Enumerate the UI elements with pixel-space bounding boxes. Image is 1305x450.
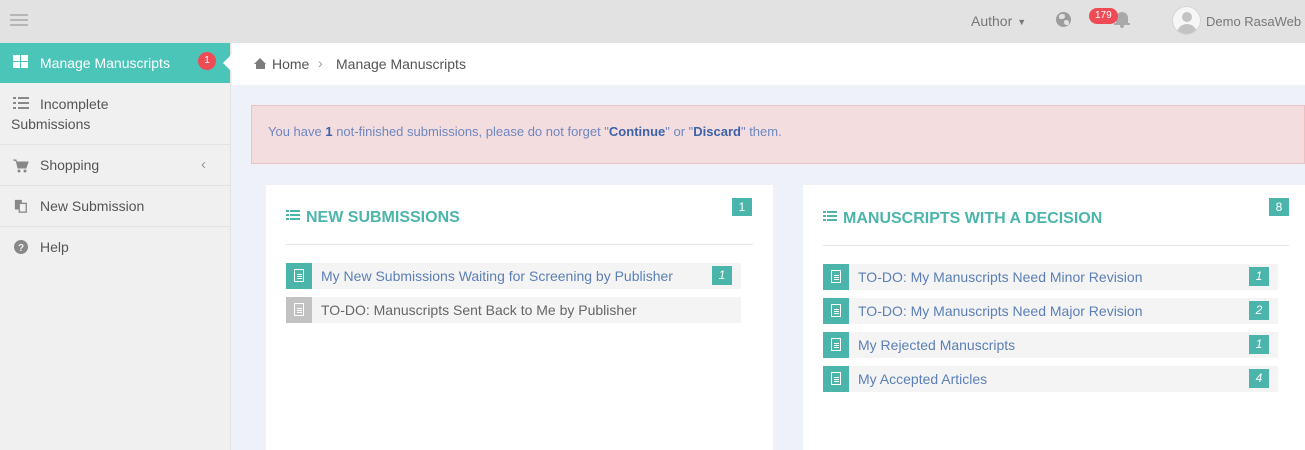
breadcrumb: Home › Manage Manuscripts xyxy=(232,43,1305,85)
incomplete-count-badge: 1 xyxy=(198,52,216,70)
list-item-link[interactable]: My Accepted Articles xyxy=(858,371,987,387)
sidebar-item-shopping[interactable]: Shopping ‹ xyxy=(0,145,230,186)
notification-count-badge[interactable]: 179 xyxy=(1089,8,1118,24)
new-submissions-panel: NEW SUBMISSIONS 1 My New Submissions Wai… xyxy=(266,185,773,450)
list-item-link[interactable]: TO-DO: My Manuscripts Need Major Revisio… xyxy=(858,303,1142,319)
sidebar-item-label: Shopping xyxy=(40,157,100,173)
alert-continue-link[interactable]: Continue xyxy=(609,124,665,139)
panel-count-badge: 8 xyxy=(1269,198,1289,216)
sidebar-item-new-submission[interactable]: New Submission xyxy=(0,186,230,227)
sidebar-item-label: Incomplete Submissions xyxy=(11,96,109,132)
divider xyxy=(823,245,1289,246)
chevron-down-icon: ▼ xyxy=(1017,17,1027,27)
active-indicator xyxy=(223,54,232,72)
globe-icon[interactable] xyxy=(1056,12,1071,27)
document-icon xyxy=(823,298,849,324)
dashboard-grid-icon xyxy=(13,55,29,69)
list-item-link[interactable]: My New Submissions Waiting for Screening… xyxy=(321,268,673,284)
chevron-right-icon: › xyxy=(318,55,323,71)
sidebar-item-incomplete-submissions[interactable]: Incomplete Submissions xyxy=(0,83,230,145)
document-icon xyxy=(823,332,849,358)
divider xyxy=(286,244,753,245)
list-item[interactable]: TO-DO: Manuscripts Sent Back to Me by Pu… xyxy=(286,297,741,323)
count-badge: 1 xyxy=(712,266,732,285)
list-item-link[interactable]: TO-DO: Manuscripts Sent Back to Me by Pu… xyxy=(321,302,637,318)
role-label: Author xyxy=(971,13,1013,29)
copy-files-icon xyxy=(14,199,27,213)
sidebar: Manage Manuscripts Incomplete Submission… xyxy=(0,43,232,450)
svg-text:?: ? xyxy=(18,243,24,254)
list-item-link[interactable]: My Rejected Manuscripts xyxy=(858,337,1015,353)
sidebar-item-label: New Submission xyxy=(40,198,145,214)
alert-message: You have 1 not-finished submissions, ple… xyxy=(268,124,782,139)
avatar[interactable] xyxy=(1172,6,1201,35)
document-icon xyxy=(823,366,849,392)
chevron-left-icon: ‹ xyxy=(201,156,206,173)
list-icon xyxy=(286,210,300,221)
hamburger-menu-icon[interactable] xyxy=(10,14,28,28)
sidebar-item-label: Help xyxy=(40,239,69,255)
sidebar-item-label: Manage Manuscripts xyxy=(40,55,170,71)
user-name[interactable]: Demo RasaWeb xyxy=(1206,14,1301,29)
document-icon xyxy=(286,263,312,289)
cart-icon xyxy=(13,159,29,173)
panel-count-badge: 1 xyxy=(732,198,752,216)
count-badge: 2 xyxy=(1249,301,1269,320)
list-item[interactable]: My New Submissions Waiting for Screening… xyxy=(286,263,741,289)
incomplete-submissions-alert: You have 1 not-finished submissions, ple… xyxy=(251,105,1305,164)
document-icon xyxy=(823,264,849,290)
alert-discard-link[interactable]: Discard xyxy=(693,124,741,139)
panel-title: NEW SUBMISSIONS xyxy=(286,209,460,227)
panel-title: MANUSCRIPTS WITH A DECISION xyxy=(823,210,1102,228)
question-circle-icon: ? xyxy=(14,240,28,254)
sidebar-item-help[interactable]: ? Help xyxy=(0,227,230,268)
alert-count: 1 xyxy=(325,124,333,139)
count-badge: 4 xyxy=(1249,369,1269,388)
list-item[interactable]: TO-DO: My Manuscripts Need Minor Revisio… xyxy=(823,264,1278,290)
breadcrumb-current: Manage Manuscripts xyxy=(336,56,466,72)
sidebar-item-manage-manuscripts[interactable]: Manage Manuscripts xyxy=(0,43,232,83)
top-navbar: Author ▼ 179 Demo RasaWeb xyxy=(0,0,1305,43)
count-badge: 1 xyxy=(1249,267,1269,286)
home-icon xyxy=(254,58,267,69)
document-icon xyxy=(286,297,312,323)
decisions-panel: MANUSCRIPTS WITH A DECISION 8 TO-DO: My … xyxy=(803,185,1305,450)
list-item[interactable]: My Rejected Manuscripts 1 xyxy=(823,332,1278,358)
list-item[interactable]: TO-DO: My Manuscripts Need Major Revisio… xyxy=(823,298,1278,324)
list-icon xyxy=(823,211,837,222)
list-item[interactable]: My Accepted Articles 4 xyxy=(823,366,1278,392)
breadcrumb-home-link[interactable]: Home xyxy=(272,56,309,72)
list-item-link[interactable]: TO-DO: My Manuscripts Need Minor Revisio… xyxy=(858,269,1142,285)
role-dropdown[interactable]: Author ▼ xyxy=(971,13,1026,29)
count-badge: 1 xyxy=(1249,335,1269,354)
